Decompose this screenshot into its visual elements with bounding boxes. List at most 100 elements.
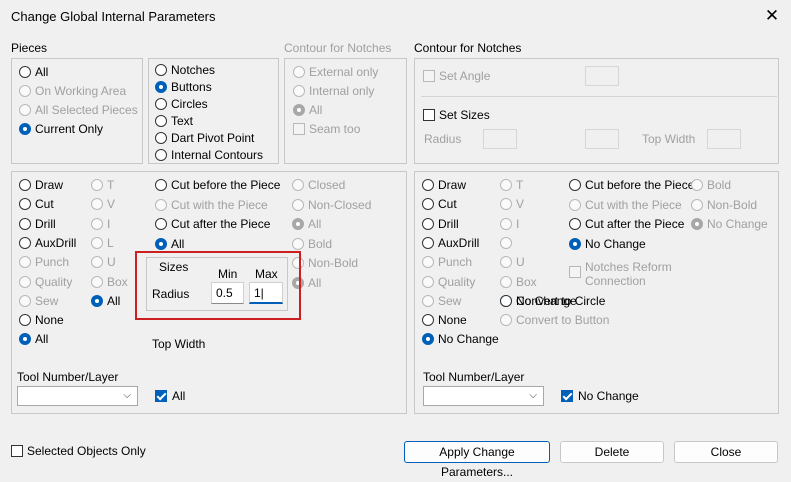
notch-type-radio-3[interactable] — [155, 115, 167, 127]
right-c2-radio-5[interactable] — [500, 275, 512, 288]
external-only-radio[interactable] — [293, 66, 305, 78]
right-c2-label-1: V — [516, 197, 525, 212]
left-c3-radio-2[interactable] — [155, 218, 167, 230]
notches-reform-checkbox[interactable] — [569, 266, 581, 278]
right-c2-radio-3[interactable] — [500, 236, 512, 249]
pieces-label-1: On Working Area — [35, 84, 127, 98]
close-icon[interactable]: ✕ — [760, 4, 784, 28]
left-top-width-label: Top Width — [152, 337, 206, 351]
right-c1-label-4: Punch — [438, 255, 473, 270]
left-c1-radio-2[interactable] — [19, 217, 31, 230]
seam-too-checkbox[interactable] — [293, 123, 305, 135]
right-c4-radio-0[interactable] — [691, 179, 703, 191]
left-c1-radio-6[interactable] — [19, 294, 31, 307]
pieces-radio-3[interactable] — [19, 123, 31, 135]
left-c1-radio-0[interactable] — [19, 179, 31, 191]
right-c3-radio-2[interactable] — [569, 218, 581, 230]
left-c2-label-4: U — [107, 255, 116, 270]
left-c3-radio-3[interactable] — [155, 237, 167, 250]
left-c2-label-2: I — [107, 216, 111, 231]
left-c2-radio-3[interactable] — [91, 236, 103, 249]
right-c2-radio-2[interactable] — [500, 217, 512, 230]
left-c2-radio-5[interactable] — [91, 275, 103, 288]
right-c1-label-5: Quality — [438, 274, 476, 289]
right-tool-select[interactable]: ⌵ — [423, 386, 544, 406]
set-sizes-checkbox[interactable] — [423, 109, 435, 121]
divider — [421, 96, 777, 97]
selected-only-checkbox[interactable] — [11, 445, 23, 457]
left-c4-radio-3[interactable] — [292, 237, 304, 250]
right-c3-radio-0[interactable] — [569, 179, 581, 191]
left-c1-label-2: Drill — [35, 216, 56, 231]
right-c4-radio-2[interactable] — [691, 218, 703, 230]
contour-all-radio[interactable] — [293, 104, 305, 116]
right-c2-label-0: T — [516, 178, 524, 192]
left-c1-label-0: Draw — [35, 178, 64, 192]
left-c2-label-5: Box — [107, 274, 128, 289]
left-c2-radio-6[interactable] — [91, 294, 103, 307]
convert-button-radio[interactable] — [500, 314, 512, 326]
right-c1-radio-5[interactable] — [422, 275, 434, 288]
right-tool-nochange-label: No Change — [578, 389, 639, 403]
right-c1-radio-6[interactable] — [422, 294, 434, 307]
notch-type-radio-0[interactable] — [155, 64, 167, 76]
right-c3-radio-1[interactable] — [569, 198, 581, 211]
right-c3-label-0: Cut before the Piece — [585, 178, 695, 192]
left-c1-label-5: Quality — [35, 274, 73, 289]
convert-circle-radio[interactable] — [500, 295, 512, 307]
left-c1-radio-3[interactable] — [19, 236, 31, 249]
left-tool-all-checkbox[interactable] — [155, 390, 167, 402]
left-c2-radio-2[interactable] — [91, 217, 103, 230]
left-c4-radio-2[interactable] — [292, 218, 304, 230]
left-c3-label-1: Cut with the Piece — [171, 197, 268, 212]
left-c3-radio-1[interactable] — [155, 198, 167, 211]
notch-type-radio-4[interactable] — [155, 132, 167, 144]
left-c1-label-6: Sew — [35, 293, 59, 308]
notch-type-radio-1[interactable] — [155, 81, 167, 93]
seam-too-label: Seam too — [309, 122, 361, 136]
convert-circle-label: Convert to Circle — [516, 294, 606, 308]
right-c3-label-2: Cut after the Piece — [585, 217, 685, 231]
right-c4-radio-1[interactable] — [691, 198, 703, 211]
top-width-field[interactable] — [707, 129, 741, 149]
chevron-down-icon: ⌵ — [529, 390, 537, 401]
chevron-down-icon: ⌵ — [123, 390, 131, 401]
pieces-radio-2[interactable] — [19, 104, 31, 116]
set-angle-field[interactable] — [585, 66, 619, 86]
left-c2-label-1: V — [107, 197, 116, 212]
right-c1-radio-3[interactable] — [422, 236, 434, 249]
pieces-radio-0[interactable] — [19, 66, 31, 78]
right-c2-radio-0[interactable] — [500, 179, 512, 191]
set-angle-checkbox[interactable] — [423, 70, 435, 82]
notch-type-radio-5[interactable] — [155, 149, 167, 161]
notch-type-radio-2[interactable] — [155, 98, 167, 110]
left-c4-radio-1[interactable] — [292, 198, 304, 211]
selected-only-label: Selected Objects Only — [27, 444, 146, 458]
notch-type-label-4: Dart Pivot Point — [171, 131, 255, 145]
radius-max-field[interactable] — [585, 129, 619, 149]
left-c2-radio-0[interactable] — [91, 179, 103, 191]
highlight-box — [135, 251, 301, 320]
left-c4-radio-0[interactable] — [292, 179, 304, 191]
right-c3-radio-3[interactable] — [569, 237, 581, 250]
left-c2-label-3: L — [107, 235, 114, 250]
radius-min-field[interactable] — [483, 129, 517, 149]
right-c1-radio-7[interactable] — [422, 314, 434, 327]
internal-only-radio[interactable] — [293, 85, 305, 97]
delete-button[interactable]: Delete — [560, 441, 664, 463]
apply-button[interactable]: Apply Change Parameters... — [404, 441, 550, 479]
left-c1-radio-5[interactable] — [19, 275, 31, 288]
close-button[interactable]: Close — [674, 441, 778, 463]
right-tool-nochange-checkbox[interactable] — [561, 390, 573, 402]
left-tool-select[interactable]: ⌵ — [17, 386, 138, 406]
right-c1-label-8: No Change — [438, 332, 499, 347]
right-c4-label-2: No Change — [707, 217, 768, 231]
left-c3-radio-0[interactable] — [155, 179, 167, 191]
right-c1-label-0: Draw — [438, 178, 467, 192]
left-c1-radio-7[interactable] — [19, 314, 31, 327]
right-c1-label-2: Drill — [438, 216, 459, 231]
right-c1-radio-0[interactable] — [422, 179, 434, 191]
left-c1-label-4: Punch — [35, 255, 70, 270]
right-c1-radio-2[interactable] — [422, 217, 434, 230]
pieces-radio-1[interactable] — [19, 85, 31, 97]
